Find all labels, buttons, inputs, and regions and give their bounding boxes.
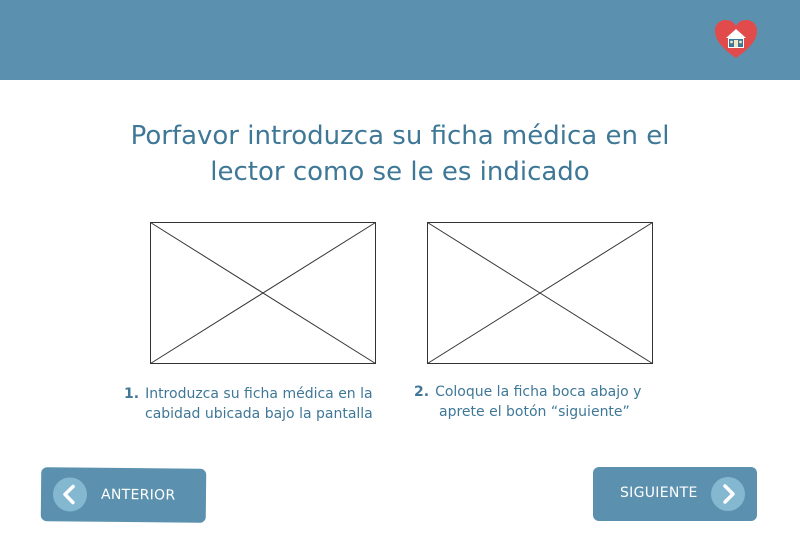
page-title-line1: Porfavor introduzca su ficha médica en e… bbox=[130, 121, 670, 151]
step-1-number: 1. bbox=[124, 386, 140, 402]
chevron-right-icon bbox=[711, 477, 745, 511]
step-2-number: 2. bbox=[414, 384, 430, 400]
previous-button[interactable]: ANTERIOR bbox=[40, 467, 207, 523]
step-1-instruction: 1. Introduzca su ficha médica en la cabid… bbox=[124, 384, 394, 424]
next-button-label: SIGUIENTE bbox=[620, 485, 698, 501]
page-title-line2: lector como se le es indicado bbox=[210, 157, 590, 187]
header-bar bbox=[0, 0, 800, 80]
image-placeholder-step2 bbox=[427, 222, 653, 364]
image-placeholder-step1 bbox=[150, 222, 376, 364]
step-2-line1: Coloque la ficha boca abajo y bbox=[435, 384, 642, 400]
chevron-left-icon bbox=[52, 477, 88, 512]
step-2-line2: aprete el botón “siguiente” bbox=[439, 404, 630, 420]
heart-house-icon bbox=[713, 18, 759, 60]
previous-button-label: ANTERIOR bbox=[100, 486, 176, 504]
next-button[interactable]: SIGUIENTE bbox=[593, 467, 757, 521]
page-title: Porfavor introduzca su ficha médica en e… bbox=[0, 118, 800, 190]
step-1-line2: cabidad ubicada bajo la pantalla bbox=[145, 406, 373, 422]
step-2-instruction: 2. Coloque la ficha boca abajo y aprete e… bbox=[414, 382, 674, 422]
step-1-line1: Introduzca su ficha médica en la bbox=[145, 386, 373, 402]
